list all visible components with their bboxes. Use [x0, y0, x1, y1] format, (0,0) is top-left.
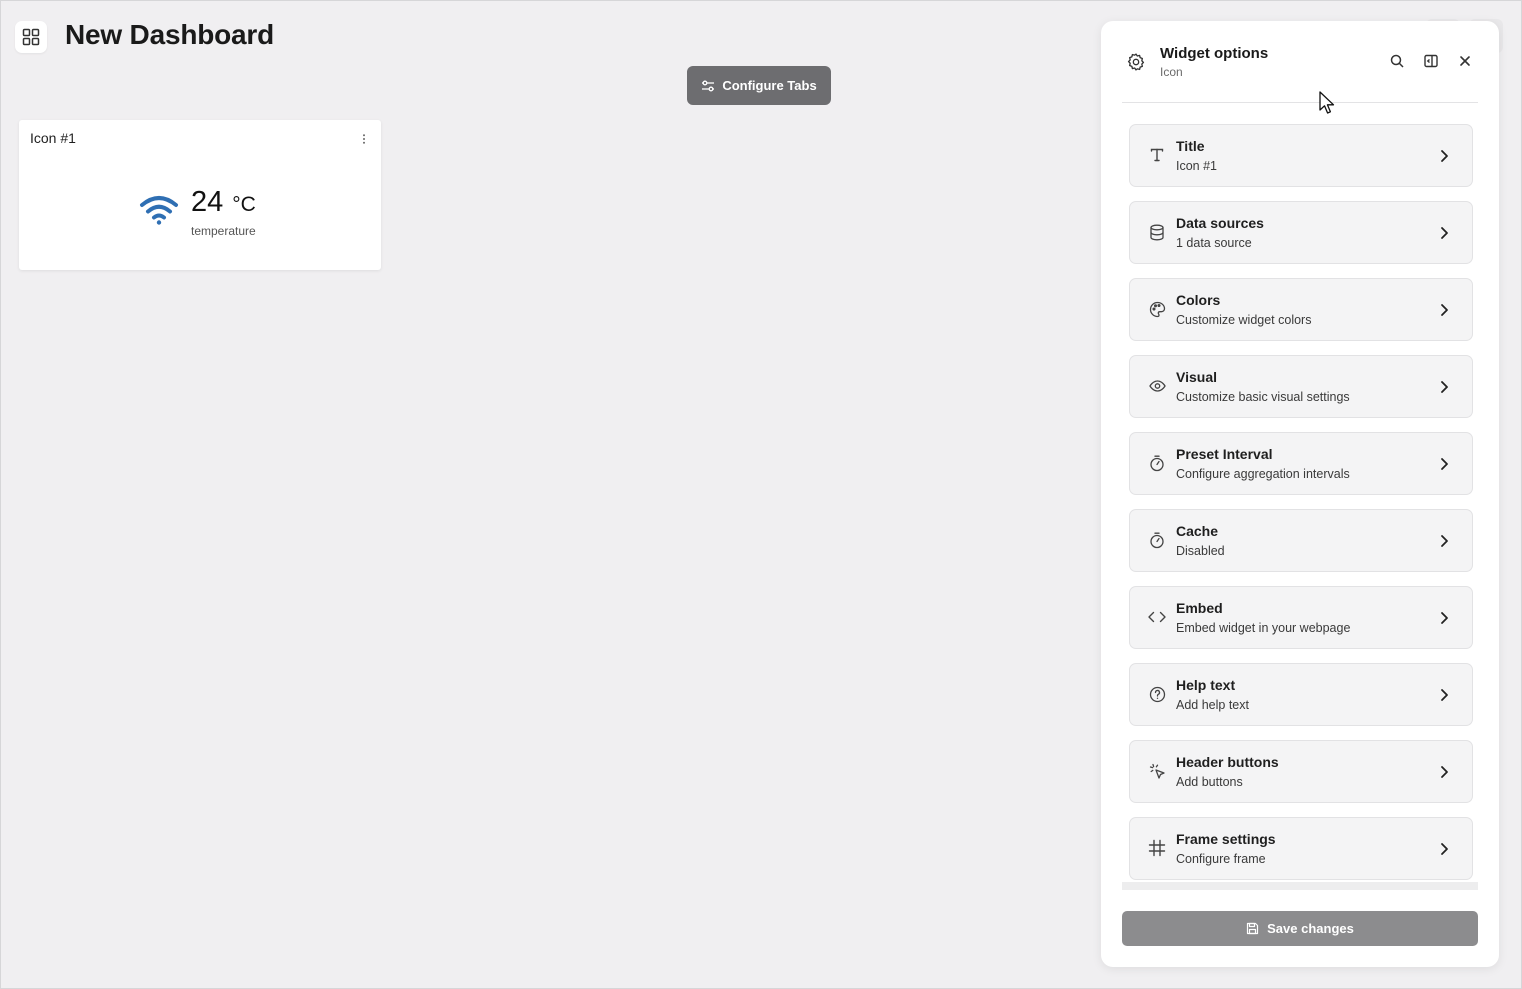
save-changes-button[interactable]: Save changes	[1122, 911, 1478, 946]
option-label: Title	[1176, 138, 1205, 154]
option-description: Customize basic visual settings	[1176, 390, 1350, 404]
option-colors[interactable]: Colors Customize widget colors	[1129, 278, 1473, 341]
option-label: Cache	[1176, 523, 1219, 539]
palette-icon	[1147, 299, 1167, 319]
mouse-cursor-icon	[1319, 91, 1335, 114]
timer-icon	[1147, 530, 1167, 550]
widget-unit: °C	[232, 193, 256, 216]
page-title: New Dashboard	[65, 19, 274, 50]
save-changes-label: Save changes	[1267, 921, 1354, 936]
option-label: Colors	[1176, 292, 1221, 308]
option-label: Embed	[1176, 600, 1223, 616]
close-panel-button[interactable]	[1456, 52, 1473, 69]
dashboard-page: New Dashboard Configure Tabs Icon #1 24 …	[0, 0, 1522, 989]
sliders-icon	[702, 80, 715, 91]
icon-widget-card[interactable]: Icon #1 24 °C temperature	[19, 120, 381, 270]
option-label: Header buttons	[1176, 754, 1279, 770]
eye-icon	[1147, 376, 1167, 396]
close-icon	[1459, 55, 1470, 66]
hash-icon	[1147, 838, 1167, 858]
option-label: Frame settings	[1176, 831, 1276, 847]
panel-toolbar	[1388, 52, 1473, 69]
panel-divider	[1122, 102, 1478, 103]
option-label: Preset Interval	[1176, 446, 1273, 462]
widget-options-panel: Widget options Icon Title Icon #1 Data s…	[1101, 21, 1499, 967]
chevron-right-icon	[1437, 224, 1451, 242]
gear-icon	[1127, 53, 1145, 71]
more-vertical-icon	[363, 134, 365, 144]
chevron-right-icon	[1437, 301, 1451, 319]
pointer-click-icon	[1147, 761, 1167, 781]
chevron-right-icon	[1437, 455, 1451, 473]
timer-icon	[1147, 453, 1167, 473]
help-circle-icon	[1147, 684, 1167, 704]
chevron-right-icon	[1437, 609, 1451, 627]
widget-options-list: Title Icon #1 Data sources 1 data source	[1129, 124, 1473, 894]
widget-reading: 24 °C temperature	[191, 186, 256, 238]
option-header-buttons[interactable]: Header buttons Add buttons	[1129, 740, 1473, 803]
widget-value: 24	[191, 186, 224, 218]
chevron-right-icon	[1437, 147, 1451, 165]
scroll-fade	[1122, 882, 1478, 890]
option-description: Customize widget colors	[1176, 313, 1312, 327]
panel-left-icon	[1423, 54, 1438, 67]
option-description: Add buttons	[1176, 775, 1243, 789]
option-help-text[interactable]: Help text Add help text	[1129, 663, 1473, 726]
chevron-right-icon	[1437, 840, 1451, 858]
option-frame-settings[interactable]: Frame settings Configure frame	[1129, 817, 1473, 880]
option-description: 1 data source	[1176, 236, 1252, 250]
dock-panel-button[interactable]	[1422, 52, 1439, 69]
panel-subtitle: Icon	[1160, 65, 1183, 79]
code-icon	[1147, 607, 1167, 627]
configure-tabs-button[interactable]: Configure Tabs	[687, 66, 831, 105]
option-title[interactable]: Title Icon #1	[1129, 124, 1473, 187]
grid-icon	[22, 28, 40, 46]
panel-title: Widget options	[1160, 45, 1269, 62]
option-description: Disabled	[1176, 544, 1225, 558]
option-data-sources[interactable]: Data sources 1 data source	[1129, 201, 1473, 264]
option-label: Help text	[1176, 677, 1236, 693]
chevron-right-icon	[1437, 763, 1451, 781]
option-cache[interactable]: Cache Disabled	[1129, 509, 1473, 572]
widget-content: 24 °C temperature	[139, 186, 256, 238]
option-label: Visual	[1176, 369, 1217, 385]
option-description: Configure aggregation intervals	[1176, 467, 1350, 481]
apps-menu-button[interactable]	[15, 21, 47, 53]
search-button[interactable]	[1388, 52, 1405, 69]
type-icon	[1147, 145, 1167, 165]
widget-more-button[interactable]	[359, 132, 369, 146]
wifi-icon	[140, 196, 178, 225]
chevron-right-icon	[1437, 378, 1451, 396]
save-icon	[1247, 922, 1259, 935]
option-embed[interactable]: Embed Embed widget in your webpage	[1129, 586, 1473, 649]
option-preset-interval[interactable]: Preset Interval Configure aggregation in…	[1129, 432, 1473, 495]
option-description: Embed widget in your webpage	[1176, 621, 1351, 635]
search-icon	[1390, 54, 1404, 68]
widget-label: temperature	[191, 224, 256, 238]
option-description: Configure frame	[1176, 852, 1266, 866]
configure-tabs-label: Configure Tabs	[722, 78, 817, 93]
chevron-right-icon	[1437, 532, 1451, 550]
option-description: Add help text	[1176, 698, 1249, 712]
widget-title: Icon #1	[30, 130, 76, 146]
option-description: Icon #1	[1176, 159, 1218, 173]
option-visual[interactable]: Visual Customize basic visual settings	[1129, 355, 1473, 418]
chevron-right-icon	[1437, 686, 1451, 704]
option-label: Data sources	[1176, 215, 1264, 231]
database-icon	[1147, 222, 1167, 242]
